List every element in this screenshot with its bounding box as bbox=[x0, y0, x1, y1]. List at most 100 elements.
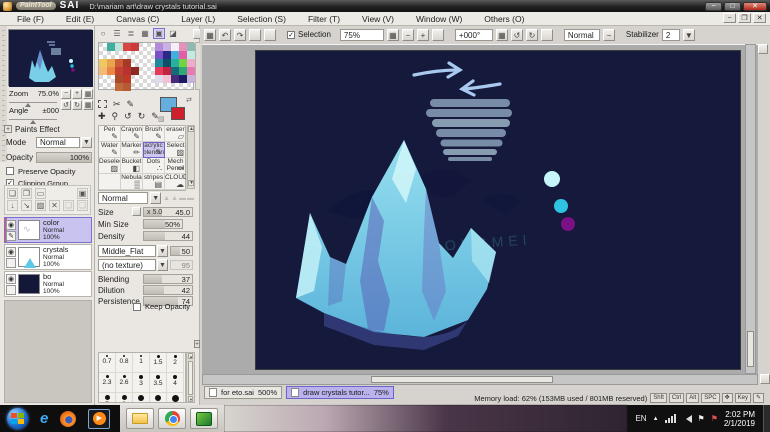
color-swatch[interactable] bbox=[147, 59, 155, 67]
size-preset[interactable]: 2.3 bbox=[99, 373, 116, 393]
color-swatch[interactable] bbox=[155, 43, 163, 51]
new-layer-icon[interactable]: ❏ bbox=[7, 188, 18, 199]
paints-effect-header[interactable]: + Paints Effect bbox=[4, 124, 60, 134]
layer-row[interactable]: ◉ crystals Normal 100% bbox=[4, 244, 92, 270]
layer-row[interactable]: ◉ bo Normal 100% bbox=[4, 271, 92, 297]
color-swatch[interactable] bbox=[147, 67, 155, 75]
color-swatch[interactable] bbox=[107, 75, 115, 83]
merge-down-icon[interactable]: ↘ bbox=[21, 200, 32, 211]
hsv-slider-icon[interactable]: ≣ bbox=[125, 28, 137, 39]
image-app-button[interactable] bbox=[190, 408, 218, 429]
color-swatch[interactable] bbox=[171, 59, 179, 67]
size-preset[interactable]: 5 bbox=[99, 393, 116, 403]
opacity-slider[interactable]: 100% bbox=[36, 152, 92, 163]
vertical-scrollbar[interactable] bbox=[745, 44, 756, 374]
size-preset[interactable]: 1 bbox=[133, 353, 150, 373]
start-button[interactable] bbox=[7, 408, 28, 429]
tool-grid-scrollbar[interactable]: ▲▼ bbox=[187, 125, 195, 189]
flip-button[interactable] bbox=[541, 29, 553, 41]
swatches-icon[interactable]: ▦ bbox=[139, 28, 151, 39]
color-swatch[interactable] bbox=[147, 75, 155, 83]
tool-cell[interactable]: Crayon ✎ bbox=[121, 126, 143, 142]
menu-item[interactable]: File (F) bbox=[6, 14, 55, 24]
tool-cell[interactable]: Water ✎ bbox=[99, 142, 121, 158]
view-mode-button[interactable]: − bbox=[603, 29, 615, 41]
clear-layer-icon[interactable]: ▨ bbox=[35, 200, 46, 211]
size-slider[interactable]: x 5.0 45.0 bbox=[143, 207, 193, 217]
paint-canvas[interactable]: MINGYONGMEI bbox=[256, 51, 740, 369]
tool-cell[interactable]: Deselect ▨ bbox=[99, 158, 121, 174]
zoom-in-button[interactable]: + bbox=[417, 29, 429, 41]
shape-hardness-slider[interactable]: 50 bbox=[170, 246, 193, 256]
maximize-button[interactable]: □ bbox=[724, 2, 741, 11]
color-swatch[interactable] bbox=[139, 67, 147, 75]
color-swatch[interactable] bbox=[107, 51, 115, 59]
tool-cell[interactable]: Dots ∴ bbox=[143, 158, 165, 174]
density-slider[interactable]: 44 bbox=[143, 231, 193, 241]
hidden-icons-chevron[interactable]: ▲ bbox=[653, 416, 659, 422]
color-swatch[interactable] bbox=[187, 67, 195, 75]
tool-cell[interactable]: CLOUD! ☁ bbox=[165, 174, 187, 190]
color-swatch[interactable] bbox=[99, 51, 107, 59]
color-swatch[interactable] bbox=[107, 43, 115, 51]
rgb-slider-icon[interactable]: ☰ bbox=[111, 28, 123, 39]
color-swatch[interactable] bbox=[99, 59, 107, 67]
color-swatch[interactable] bbox=[115, 59, 123, 67]
color-swatch[interactable] bbox=[115, 67, 123, 75]
size-preset[interactable]: 6 bbox=[116, 393, 133, 403]
explorer-window-button[interactable] bbox=[126, 408, 154, 429]
color-swatch[interactable] bbox=[99, 67, 107, 75]
layer-paint-icon[interactable] bbox=[6, 258, 16, 268]
zoom-reset-button[interactable]: ▦ bbox=[83, 89, 93, 99]
mdi-close-button[interactable]: ✕ bbox=[753, 13, 766, 23]
tool-cell[interactable]: Marker ✏ bbox=[121, 142, 143, 158]
tool-cell[interactable]: acrylic blending ✎ bbox=[143, 142, 165, 158]
color-swatch[interactable] bbox=[155, 83, 163, 91]
action-center-flag-icon[interactable]: ⚑ bbox=[698, 414, 705, 423]
scratchpad-icon[interactable]: ▣ bbox=[153, 28, 165, 39]
tool-cell[interactable]: Mech Pencil ✏ bbox=[165, 158, 187, 174]
color-swatch[interactable] bbox=[99, 43, 107, 51]
color-swatch[interactable] bbox=[147, 51, 155, 59]
alert-flag-icon[interactable]: ⚑ bbox=[711, 414, 718, 423]
chevron-down-icon[interactable]: ▼ bbox=[150, 192, 161, 204]
size-unit-button[interactable] bbox=[132, 207, 141, 216]
transfer-down-icon[interactable]: ↓ bbox=[7, 200, 18, 211]
chevron-down-icon[interactable]: ▼ bbox=[157, 245, 168, 257]
zoom-out-button[interactable]: − bbox=[402, 29, 414, 41]
color-swatch[interactable] bbox=[99, 75, 107, 83]
horizontal-scrollbar[interactable] bbox=[202, 374, 758, 385]
tool-cell[interactable]: Bucket ◧ bbox=[121, 158, 143, 174]
color-swatch[interactable] bbox=[139, 51, 147, 59]
menu-item[interactable]: Layer (L) bbox=[170, 14, 226, 24]
taskbar-clock[interactable]: 2:02 PM 2/1/2019 bbox=[724, 410, 755, 428]
show-desktop-button[interactable] bbox=[763, 405, 770, 432]
keep-opacity-row[interactable]: Keep Opacity bbox=[133, 302, 190, 311]
color-swatch[interactable] bbox=[187, 75, 195, 83]
redo-button[interactable]: ↷ bbox=[234, 29, 246, 41]
color-swatch[interactable] bbox=[139, 43, 147, 51]
close-button[interactable]: ✕ bbox=[743, 2, 767, 11]
mdi-minimize-button[interactable]: − bbox=[723, 13, 736, 23]
language-indicator[interactable]: EN bbox=[635, 414, 646, 423]
brush-shape-select[interactable]: Middle_Flat bbox=[98, 245, 156, 257]
zoom-slider[interactable] bbox=[9, 99, 57, 103]
color-swatch[interactable] bbox=[171, 67, 179, 75]
keep-opacity-checkbox[interactable] bbox=[133, 303, 141, 311]
h-scroll-thumb[interactable] bbox=[371, 376, 553, 383]
chevron-down-icon[interactable]: ▼ bbox=[81, 137, 92, 148]
internet-explorer-icon[interactable]: e bbox=[40, 411, 48, 426]
layer-mask-icon[interactable]: ▣ bbox=[77, 188, 88, 199]
color-swatch[interactable] bbox=[123, 75, 131, 83]
color-swatch[interactable] bbox=[123, 59, 131, 67]
navigator-preview[interactable] bbox=[8, 29, 92, 86]
transparency-icon[interactable]: ▨ bbox=[158, 115, 165, 123]
color-mixer-icon[interactable]: ◪ bbox=[167, 28, 179, 39]
menu-item[interactable]: View (V) bbox=[351, 14, 405, 24]
brush-mode-select[interactable]: Normal bbox=[98, 192, 148, 204]
color-swatch[interactable] bbox=[187, 83, 195, 91]
undo-button[interactable]: ↶ bbox=[219, 29, 231, 41]
rotate-cw-tool-icon[interactable]: ↻ bbox=[138, 111, 146, 122]
color-swatch[interactable] bbox=[179, 75, 187, 83]
canvas-zoom-field[interactable]: 75% bbox=[340, 29, 384, 41]
